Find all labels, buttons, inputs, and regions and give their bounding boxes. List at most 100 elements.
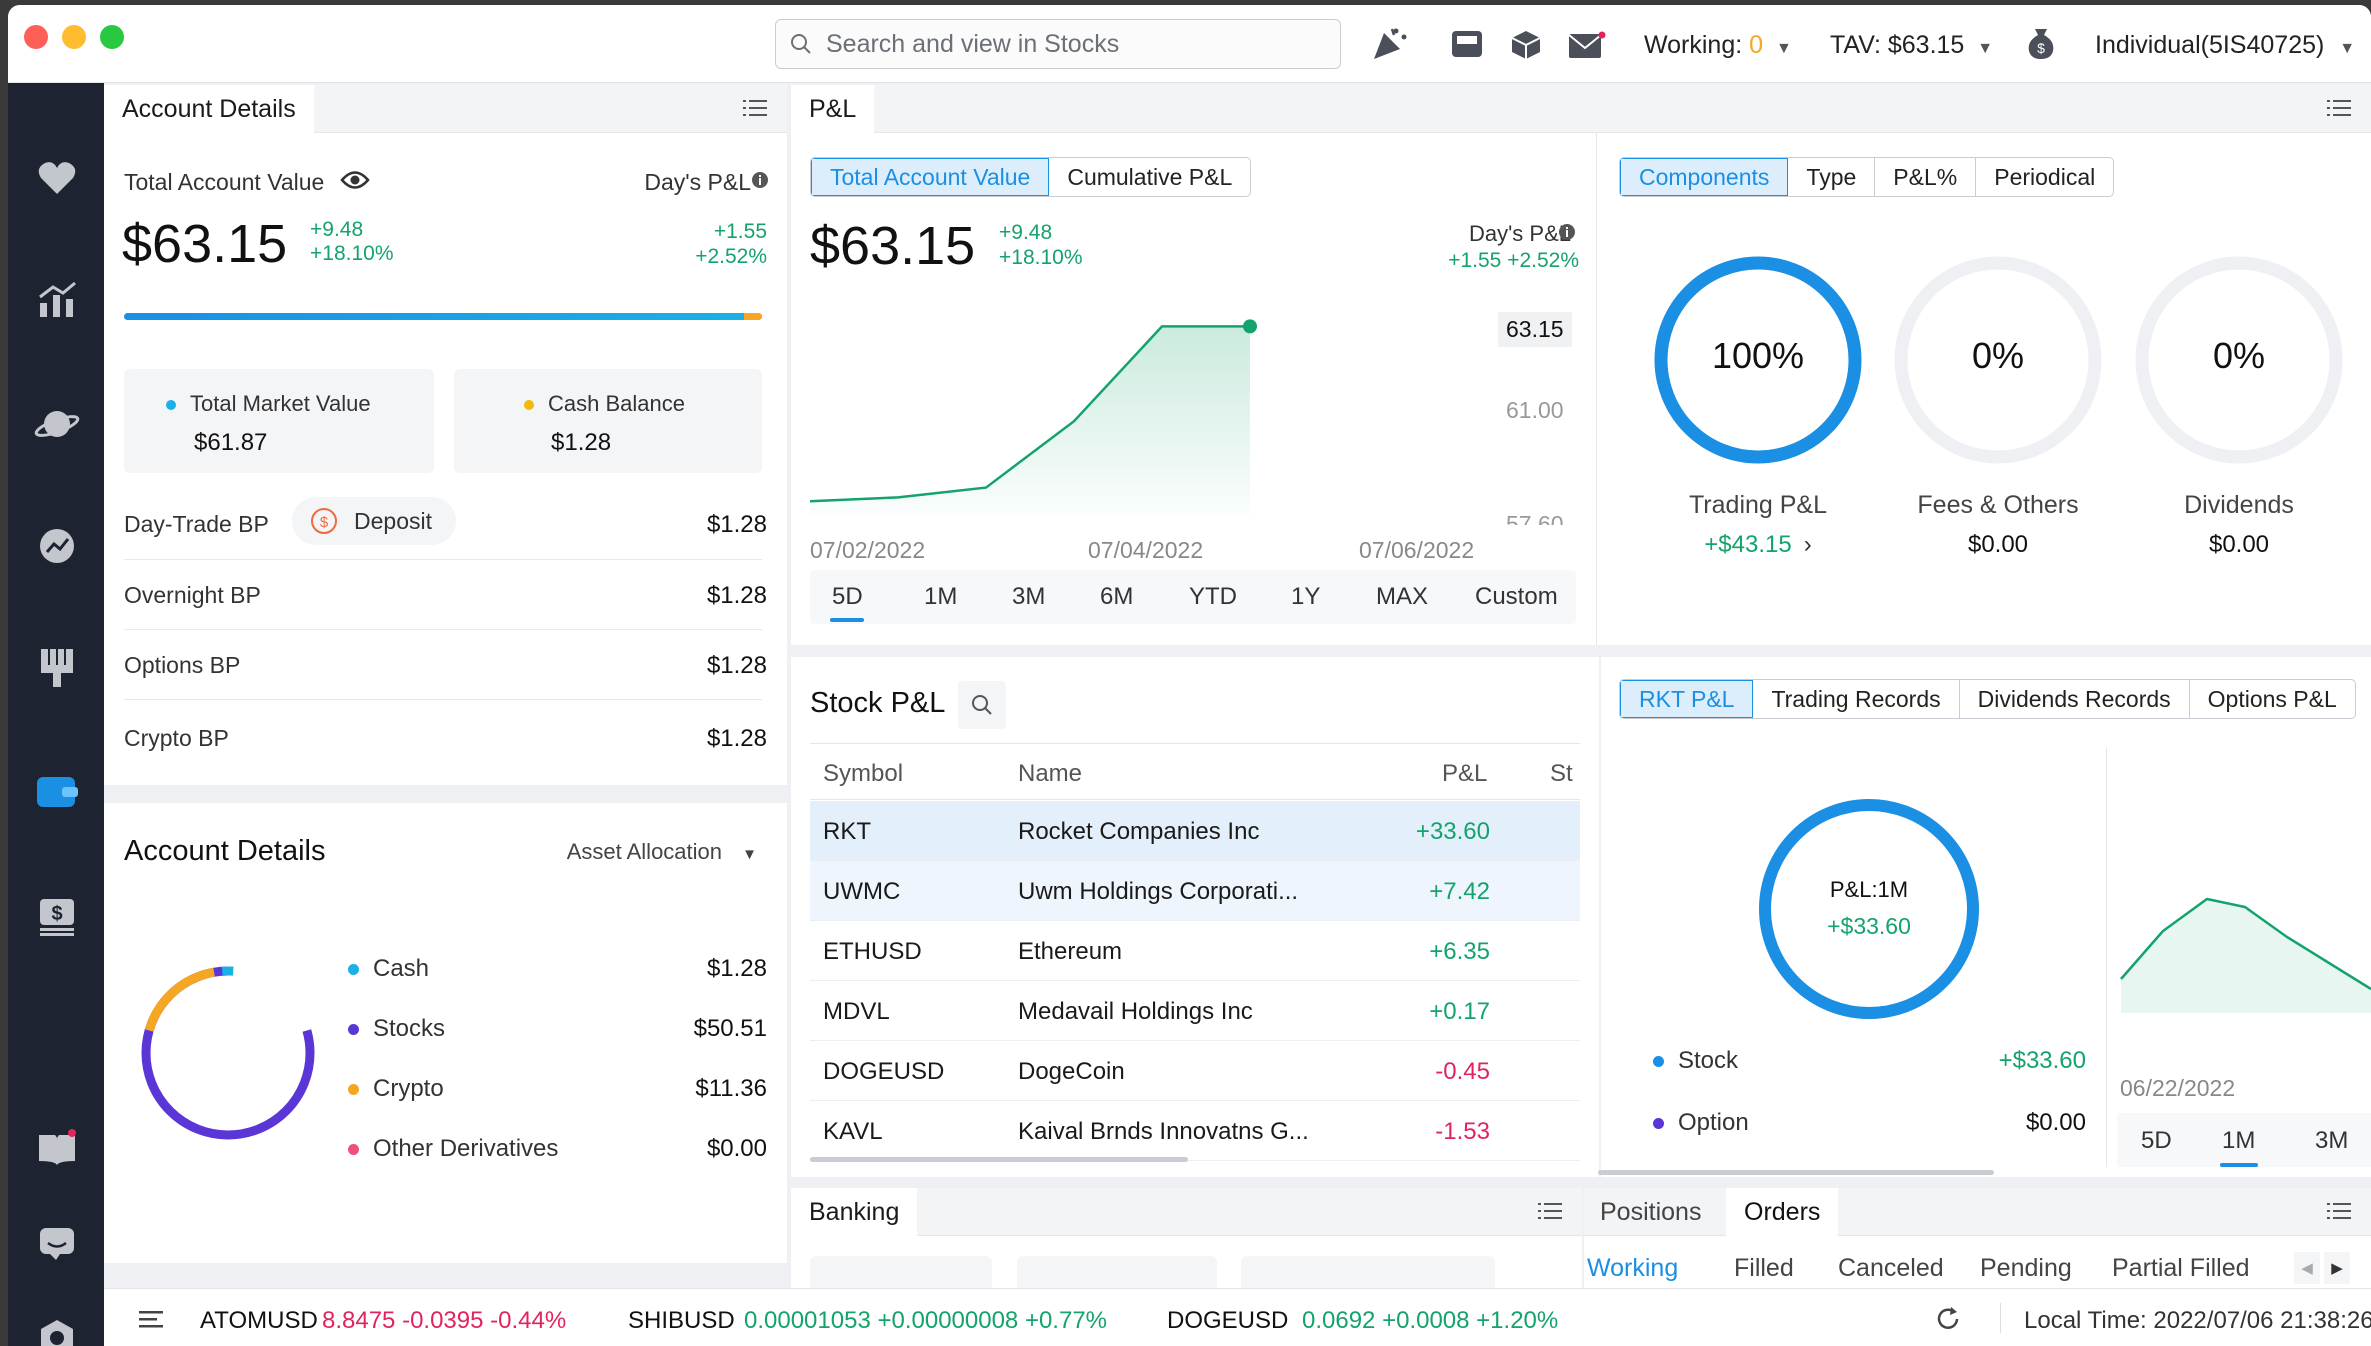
stock-search-button[interactable] [958, 681, 1006, 729]
settings-icon[interactable] [32, 1313, 82, 1346]
search-input[interactable]: Search and view in Stocks [775, 19, 1341, 69]
allocation-bar [124, 313, 762, 320]
horizontal-scrollbar[interactable] [810, 1157, 1188, 1162]
tab-options-pl[interactable]: Options P&L [2190, 680, 2355, 718]
col-header-symbol[interactable]: Symbol [823, 760, 903, 788]
ticker-quote: 8.8475 -0.0395 -0.44% [322, 1307, 567, 1334]
search-placeholder: Search and view in Stocks [826, 29, 1120, 58]
asset-allocation-selector[interactable]: Asset Allocation ▼ [567, 839, 757, 865]
pl-days-pl-label: Day's P&L [1469, 221, 1571, 247]
subtab-pending[interactable]: Pending [1980, 1254, 2072, 1283]
ticker-symbol[interactable]: SHIBUSD [628, 1307, 735, 1335]
info-icon[interactable] [1558, 223, 1576, 241]
horizontal-scrollbar[interactable] [1598, 1170, 1994, 1175]
list-menu-icon[interactable] [2327, 97, 2351, 119]
bp-label: Crypto BP [124, 725, 229, 751]
range-1m[interactable]: 1M [924, 583, 957, 611]
chat-icon[interactable] [32, 1219, 82, 1269]
table-row[interactable]: RKT Rocket Companies Inc +33.60 [810, 801, 1580, 861]
chart-icon[interactable] [32, 275, 82, 325]
tab-cumulative-pl[interactable]: Cumulative P&L [1049, 158, 1250, 196]
table-row[interactable]: MDVL Medavail Holdings Inc +0.17 [810, 981, 1580, 1041]
refresh-icon[interactable] [1934, 1305, 1962, 1333]
mail-icon[interactable] [1568, 31, 1606, 59]
banking-card[interactable] [1241, 1256, 1495, 1288]
scoop-icon[interactable] [32, 643, 82, 693]
range-1y[interactable]: 1Y [1291, 583, 1320, 611]
tav-selector[interactable]: TAV: $63.15 ▼ [1830, 31, 1993, 60]
money-bag-icon[interactable]: $ [2026, 25, 2056, 61]
ring-label: Dividends [2184, 491, 2294, 519]
dollar-doc-icon[interactable]: $ [32, 891, 82, 941]
trend-icon[interactable] [32, 521, 82, 571]
table-row[interactable]: ETHUSD Ethereum +6.35 [810, 921, 1580, 981]
list-menu-icon[interactable] [1538, 1200, 1562, 1222]
tab-trading-records[interactable]: Trading Records [1753, 680, 1960, 718]
tab-positions[interactable]: Positions [1584, 1188, 1717, 1236]
table-row[interactable]: UWMC Uwm Holdings Corporati... +7.42 [810, 861, 1580, 921]
minimize-window-button[interactable] [62, 25, 86, 49]
col-header-pl[interactable]: P&L [1442, 760, 1487, 788]
range-3m[interactable]: 3M [1012, 583, 1045, 611]
ticker-quote: 0.00001053 +0.00000008 +0.77% [744, 1307, 1108, 1334]
cell-name: Ethereum [1018, 938, 1123, 965]
divider [2000, 1303, 2001, 1333]
tab-banking[interactable]: Banking [791, 1188, 918, 1236]
trading-pl-link[interactable]: +$43.15 › [1633, 531, 1883, 559]
working-orders[interactable]: Working: 0 ▼ [1644, 31, 1792, 60]
tab-pl-percent[interactable]: P&L% [1875, 158, 1977, 196]
subtab-filled[interactable]: Filled [1734, 1254, 1794, 1283]
allocation-donut [141, 966, 315, 1140]
ticker-quote: 0.0692 +0.0008 +1.20% [1302, 1307, 1559, 1334]
range-custom[interactable]: Custom [1475, 583, 1558, 611]
mini-range-3m[interactable]: 3M [2315, 1127, 2348, 1155]
eye-icon[interactable] [340, 169, 370, 191]
subtab-working[interactable]: Working [1587, 1254, 1678, 1283]
table-row[interactable]: KAVL Kaival Brnds Innovatns G... -1.53 [810, 1101, 1580, 1161]
tab-pl[interactable]: P&L [791, 85, 875, 133]
inbox-icon[interactable] [1450, 29, 1484, 59]
col-header-name[interactable]: Name [1018, 760, 1082, 788]
tab-orders[interactable]: Orders [1726, 1188, 1839, 1236]
close-window-button[interactable] [24, 25, 48, 49]
tab-components[interactable]: Components [1620, 158, 1789, 196]
tab-dividends-records[interactable]: Dividends Records [1960, 680, 2190, 718]
tab-rkt-pl[interactable]: RKT P&L [1620, 680, 1754, 718]
menu-icon[interactable] [139, 1309, 165, 1329]
box-icon[interactable] [1510, 29, 1542, 61]
subtab-partial-filled[interactable]: Partial Filled [2112, 1254, 2250, 1283]
rkt-tabs: RKT P&L Trading Records Dividends Record… [1619, 679, 2356, 719]
party-icon[interactable] [1370, 25, 1410, 61]
deposit-label: Deposit [354, 507, 432, 534]
range-ytd[interactable]: YTD [1189, 583, 1237, 611]
list-menu-icon[interactable] [2327, 1200, 2351, 1222]
banking-card[interactable] [810, 1256, 992, 1288]
table-row[interactable]: DOGEUSD DogeCoin -0.45 [810, 1041, 1580, 1101]
subtab-canceled[interactable]: Canceled [1838, 1254, 1944, 1283]
tab-periodical[interactable]: Periodical [1976, 158, 2113, 196]
account-selector[interactable]: Individual(5IS40725) ▼ [2095, 31, 2355, 60]
range-6m[interactable]: 6M [1100, 583, 1133, 611]
zoom-window-button[interactable] [100, 25, 124, 49]
ticker-symbol[interactable]: DOGEUSD [1167, 1307, 1288, 1335]
info-icon[interactable] [751, 171, 769, 189]
range-max[interactable]: MAX [1376, 583, 1428, 611]
book-icon[interactable] [32, 1123, 82, 1173]
planet-icon[interactable] [32, 399, 82, 449]
mini-range-5d[interactable]: 5D [2141, 1127, 2172, 1155]
ticker-symbol[interactable]: ATOMUSD [200, 1307, 318, 1335]
col-header-st[interactable]: St [1550, 760, 1573, 788]
tab-type[interactable]: Type [1788, 158, 1876, 196]
heart-icon[interactable] [32, 153, 82, 203]
mini-range-1m[interactable]: 1M [2222, 1127, 2255, 1155]
list-menu-icon[interactable] [743, 97, 767, 119]
scroll-right-icon[interactable]: ▶ [2324, 1252, 2350, 1284]
wallet-icon[interactable] [32, 767, 82, 817]
banking-card[interactable] [1017, 1256, 1217, 1288]
deposit-button[interactable]: $ Deposit [292, 497, 456, 545]
tab-total-account-value[interactable]: Total Account Value [811, 158, 1050, 196]
scroll-left-icon[interactable]: ◀ [2294, 1252, 2320, 1284]
svg-text:$: $ [320, 514, 329, 531]
tab-account-details[interactable]: Account Details [104, 85, 314, 133]
range-5d[interactable]: 5D [832, 583, 863, 611]
